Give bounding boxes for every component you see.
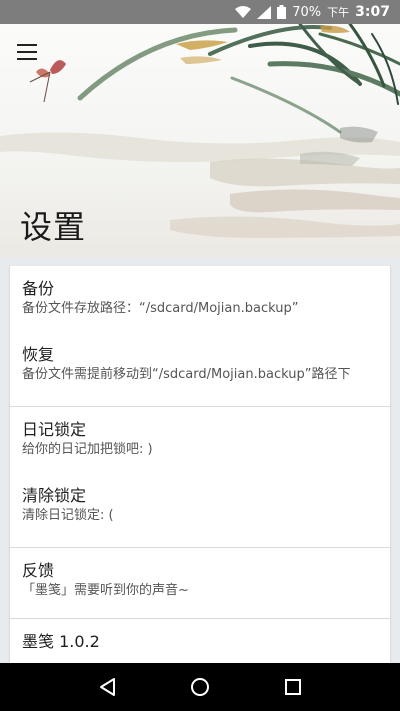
restore-subtitle: 备份文件需提前移动到“/sdcard/Mojian.backup”路径下 xyxy=(22,367,351,382)
page-title: 设置 xyxy=(20,208,87,246)
clear-lock-subtitle: 清除日记锁定: ( xyxy=(22,508,114,523)
backup-title: 备份 xyxy=(22,279,55,298)
backup-subtitle: 备份文件存放路径：“/sdcard/Mojian.backup” xyxy=(22,301,299,316)
home-button[interactable] xyxy=(180,667,220,707)
version-title: 墨笺 1.0.2 xyxy=(22,632,100,651)
feedback-setting[interactable]: 反馈 「墨笺」需要听到你的声音~ xyxy=(10,548,390,618)
backup-setting[interactable]: 备份 备份文件存放路径：“/sdcard/Mojian.backup” xyxy=(10,266,390,336)
menu-icon-line xyxy=(17,58,37,60)
clear-lock-title: 清除锁定 xyxy=(22,486,87,505)
backup-restore-group: 备份 备份文件存放路径：“/sdcard/Mojian.backup” 恢复 备… xyxy=(10,266,390,407)
recents-button[interactable] xyxy=(273,667,313,707)
navigation-bar xyxy=(0,663,400,711)
diary-lock-subtitle: 给你的日记加把锁吧: ) xyxy=(22,442,153,457)
time-period: 下午 xyxy=(327,6,350,19)
menu-button[interactable] xyxy=(14,40,40,64)
restore-setting[interactable]: 恢复 备份文件需提前移动到“/sdcard/Mojian.backup”路径下 xyxy=(10,336,390,406)
battery-percent: 70% xyxy=(292,4,322,20)
clock: 3:07 xyxy=(355,4,390,20)
battery-icon xyxy=(277,5,287,19)
menu-icon-line xyxy=(17,44,37,46)
signal-icon xyxy=(257,5,272,19)
recents-icon xyxy=(285,679,302,695)
diary-lock-setting[interactable]: 日记锁定 给你的日记加把锁吧: ) xyxy=(10,407,390,477)
settings-card: 备份 备份文件存放路径：“/sdcard/Mojian.backup” 恢复 备… xyxy=(10,266,390,686)
home-icon xyxy=(190,678,209,696)
header-banner: 设置 xyxy=(0,24,400,258)
menu-icon-line xyxy=(17,51,37,53)
wifi-icon xyxy=(235,6,252,18)
feedback-group: 反馈 「墨笺」需要听到你的声音~ xyxy=(10,548,390,619)
status-bar: 70% 下午 3:07 xyxy=(0,0,400,24)
restore-title: 恢复 xyxy=(22,345,55,364)
feedback-title: 反馈 xyxy=(22,561,55,580)
butterfly-icon xyxy=(29,60,66,103)
feedback-subtitle: 「墨笺」需要听到你的声音~ xyxy=(22,583,189,598)
lock-group: 日记锁定 给你的日记加把锁吧: ) 清除锁定 清除日记锁定: ( xyxy=(10,407,390,548)
back-button[interactable] xyxy=(87,667,127,707)
clear-lock-setting[interactable]: 清除锁定 清除日记锁定: ( xyxy=(10,477,390,547)
back-icon xyxy=(99,678,115,696)
diary-lock-title: 日记锁定 xyxy=(22,420,87,439)
